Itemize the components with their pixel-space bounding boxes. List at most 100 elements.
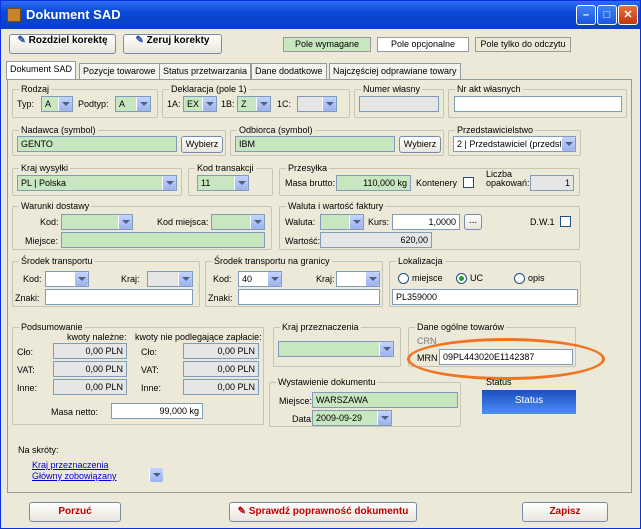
clo-label: Cło: (17, 347, 34, 357)
chevron-down-icon (178, 272, 192, 286)
field-1b-select[interactable]: Z (237, 96, 271, 112)
granica-znaki-field[interactable] (238, 289, 380, 305)
tab-pozycje-towarowe[interactable]: Pozycje towarowe (79, 63, 160, 79)
lokalizacja-group: Lokalizacja miejsce UC opis PL359000 (389, 256, 581, 307)
chevron-down-icon (322, 97, 336, 111)
masa-brutto-label: Masa brutto: (285, 178, 336, 188)
kurs-browse-button[interactable]: ... (464, 214, 482, 230)
vat-niepodlegajace-field[interactable]: 0,00 PLN (183, 361, 259, 377)
chevron-down-icon (365, 272, 379, 286)
zapisz-button[interactable]: Zapisz (522, 502, 608, 522)
przedstawicielstwo-title: Przedstawicielstwo (455, 125, 536, 135)
kraj-wysylki-select[interactable]: PL | Polska (17, 175, 177, 191)
granica-kraj-select[interactable] (336, 271, 380, 287)
vat-nalezne-field[interactable]: 0,00 PLN (53, 361, 127, 377)
kraj-przeznaczenia-select[interactable] (278, 341, 394, 357)
opis-radio[interactable] (514, 273, 525, 284)
srodek-kod-select[interactable] (45, 271, 89, 287)
srodek-transportu-title: Środek transportu (19, 256, 95, 266)
srodek-kraj-select[interactable] (147, 271, 193, 287)
close-button[interactable]: ✕ (618, 5, 638, 25)
nadawca-field[interactable]: GENTO (17, 136, 177, 152)
odbiorca-field[interactable]: IBM (235, 136, 395, 152)
inne-label: Inne: (17, 383, 38, 393)
odbiorca-wybierz-button[interactable]: Wybierz (399, 136, 441, 153)
status-badge: Status (482, 390, 576, 414)
lokalizacja-field[interactable]: PL359000 (392, 289, 578, 305)
minimize-button[interactable]: – (576, 5, 596, 25)
masa-brutto-field[interactable]: 110,000 kg (336, 175, 411, 191)
podtyp-select[interactable]: A (115, 96, 151, 112)
dw1-checkbox[interactable] (560, 216, 571, 227)
masa-netto-field[interactable]: 99,000 kg (111, 403, 203, 419)
srodek-kraj-label: Kraj: (121, 274, 140, 284)
kod-miejsca-label: Kod miejsca: (157, 217, 209, 227)
chevron-down-icon (234, 176, 248, 190)
nadawca-group: Nadawca (symbol) GENTO Wybierz (12, 125, 226, 156)
srodek-znaki-field[interactable] (45, 289, 193, 305)
chevron-down-icon (561, 137, 575, 151)
window-title: Dokument SAD (26, 7, 121, 22)
mrn-highlight-ellipse (407, 338, 605, 380)
check-document-label: Sprawdź poprawność dokumentu (248, 506, 409, 517)
wystawienie-miejsce-field[interactable]: WARSZAWA (312, 392, 458, 408)
nr-akt-field[interactable] (454, 96, 622, 112)
field-1c-label: 1C: (277, 99, 292, 109)
tab-status-przetwarzania[interactable]: Status przetwarzania (159, 63, 252, 79)
field-1a-select[interactable]: EX (183, 96, 217, 112)
srodek-transportu-group: Środek transportu Kod: Kraj: Znaki: (12, 256, 200, 307)
odbiorca-title: Odbiorca (symbol) (237, 125, 315, 135)
kod-miejsca-select[interactable] (211, 214, 265, 230)
przedstawicielstwo-select[interactable]: 2 | Przedstawiciel (przedst (453, 136, 576, 152)
warunki-kod-select[interactable] (61, 214, 133, 230)
uc-radio[interactable] (456, 273, 467, 284)
kontenery-checkbox[interactable] (463, 177, 474, 188)
reset-corrections-button[interactable]: ✎ Zeruj korekty (123, 34, 222, 54)
podsumowanie-group: Podsumowanie kwoty należne: kwoty nie po… (12, 322, 264, 425)
srodek-granica-title: Środek transportu na granicy (212, 256, 332, 266)
maximize-button[interactable]: □ (597, 5, 617, 25)
nadawca-wybierz-button[interactable]: Wybierz (181, 136, 223, 153)
kraj-wysylki-group: Kraj wysyłki PL | Polska (12, 163, 182, 196)
liczba-opakowan-label: Liczba opakowań: (486, 169, 530, 188)
liczba-opakowan-field[interactable]: 1 (530, 175, 574, 191)
chevron-down-icon (118, 215, 132, 229)
inne-nalezne-field[interactable]: 0,00 PLN (53, 379, 127, 395)
chevron-down-icon (349, 215, 363, 229)
clo-label-2: Cło: (141, 347, 158, 357)
kwoty-nie-podlegajace-label: kwoty nie podlegające zapłacie: (135, 332, 262, 342)
tab-dane-dodatkowe[interactable]: Dane dodatkowe (251, 63, 327, 79)
warunki-miejsce-field[interactable] (61, 232, 265, 248)
split-correction-button[interactable]: ✎ Rozdziel korektę (9, 34, 116, 54)
granica-kod-select[interactable]: 40 (238, 271, 282, 287)
chevron-down-icon (256, 97, 270, 111)
przedstawicielstwo-group: Przedstawicielstwo 2 | Przedstawiciel (p… (448, 125, 581, 156)
link-kraj-przeznaczenia[interactable]: Kraj przeznaczenia (32, 460, 109, 470)
tab-najczesciej-odprawiane[interactable]: Najczęściej odprawiane towary (329, 63, 461, 79)
inne-niepodlegajace-field[interactable]: 0,00 PLN (183, 379, 259, 395)
wystawienie-group: Wystawienie dokumentu Miejsce: WARSZAWA … (269, 377, 461, 427)
przesylka-title: Przesyłka (286, 163, 330, 173)
kraj-przeznaczenia-group: Kraj przeznaczenia (273, 322, 401, 367)
numer-wlasny-field[interactable] (359, 96, 439, 112)
wystawienie-data-picker[interactable]: 2009-09-29 (312, 410, 392, 426)
skroty-dropdown[interactable] (148, 468, 163, 482)
typ-select[interactable]: A (41, 96, 73, 112)
clo-niepodlegajace-field[interactable]: 0,00 PLN (183, 343, 259, 359)
waluta-title: Waluta i wartość faktury (286, 201, 386, 211)
miejsce-radio[interactable] (398, 273, 409, 284)
link-glowny-zobowiazany[interactable]: Główny zobowiązany (32, 471, 117, 481)
check-document-button[interactable]: ✎ Sprawdź poprawność dokumentu (229, 502, 417, 522)
legend-optional: Pole opcjonalne (377, 37, 469, 52)
tab-dokument-sad[interactable]: Dokument SAD (6, 61, 77, 80)
waluta-select[interactable] (320, 214, 364, 230)
kurs-field[interactable]: 1,0000 (392, 214, 460, 230)
clo-nalezne-field[interactable]: 0,00 PLN (53, 343, 127, 359)
wystawienie-data-label: Data: (292, 414, 314, 424)
field-1c-select[interactable] (297, 96, 337, 112)
porzuc-button[interactable]: Porzuć (29, 502, 121, 522)
main-window: Dokument SAD – □ ✕ ✎ Rozdziel korektę ✎ … (0, 0, 641, 529)
wartosc-field[interactable]: 620,00 (320, 232, 432, 248)
chevron-down-icon (136, 97, 150, 111)
kod-transakcji-select[interactable]: 11 (197, 175, 249, 191)
